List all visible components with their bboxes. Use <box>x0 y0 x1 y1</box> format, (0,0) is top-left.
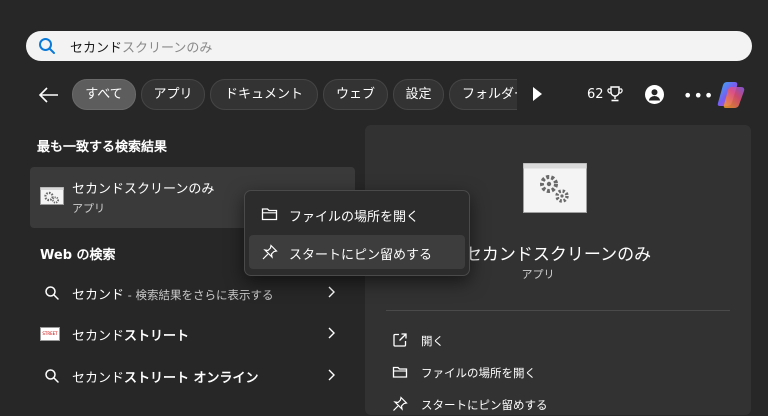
rewards-points: 62 <box>587 87 604 102</box>
web-result-1[interactable]: セカンド - 検索結果をさらに表示する <box>30 273 355 313</box>
tab-apps[interactable]: アプリ <box>141 79 205 110</box>
web-query-bold: ストリート オンライン <box>124 371 259 386</box>
web-query: セカンド <box>72 329 125 344</box>
chevron-right-icon <box>328 369 335 381</box>
action-label: 開く <box>421 334 444 348</box>
web-query: セカンド <box>72 371 125 386</box>
scroll-tabs-right-icon[interactable] <box>533 87 542 101</box>
menu-item-pin-to-start[interactable]: スタートにピン留めする <box>249 235 465 269</box>
tab-settings[interactable]: 設定 <box>393 79 444 110</box>
account-avatar-icon[interactable] <box>645 85 664 104</box>
action-label: スタートにピン留めする <box>421 398 548 412</box>
folder-icon <box>261 208 278 221</box>
best-match-heading: 最も一致する検索結果 <box>37 140 168 155</box>
pin-icon <box>262 244 278 260</box>
chevron-right-icon <box>328 286 335 298</box>
chevron-right-icon <box>328 327 335 339</box>
web-result-2[interactable]: STREET セカンドストリート <box>30 314 355 354</box>
web-query-bold: ストリート <box>124 329 190 344</box>
search-bar[interactable]: セカンドスクリーンのみ <box>26 31 752 61</box>
web-search-heading: Web の検索 <box>40 248 116 263</box>
more-options-icon[interactable]: ••• <box>683 86 714 105</box>
menu-item-open-file-location[interactable]: ファイルの場所を開く <box>249 197 465 231</box>
web-query-suffix: - 検索結果をさらに表示する <box>124 288 274 302</box>
app-gears-icon <box>40 187 64 205</box>
action-open[interactable]: 開く <box>392 330 592 352</box>
search-icon <box>39 38 55 54</box>
tab-folders[interactable]: フォルダー <box>449 79 517 110</box>
search-icon <box>45 286 59 300</box>
search-typed-text: セカンド <box>70 41 123 56</box>
pin-icon <box>393 396 408 411</box>
tab-all[interactable]: すべて <box>72 79 136 110</box>
copilot-icon[interactable] <box>715 79 747 111</box>
menu-item-label: スタートにピン留めする <box>289 248 433 263</box>
tab-web[interactable]: ウェブ <box>323 79 388 110</box>
web-query: セカンド <box>72 288 125 303</box>
best-match-name: セカンドスクリーンのみ <box>72 182 215 197</box>
site-logo-icon: STREET <box>40 327 60 341</box>
folder-icon <box>392 366 408 378</box>
action-label: ファイルの場所を開く <box>421 366 536 380</box>
detail-divider <box>386 310 730 311</box>
menu-item-label: ファイルの場所を開く <box>289 210 420 225</box>
back-arrow-icon[interactable] <box>36 83 62 107</box>
context-menu: ファイルの場所を開く スタートにピン留めする <box>244 190 470 276</box>
action-pin-to-start[interactable]: スタートにピン留めする <box>392 394 612 416</box>
action-open-file-location[interactable]: ファイルの場所を開く <box>392 362 612 384</box>
trophy-icon[interactable] <box>607 85 623 103</box>
tab-documents[interactable]: ドキュメント <box>210 79 318 110</box>
search-icon <box>45 369 59 383</box>
app-gears-icon <box>523 163 587 213</box>
search-input[interactable]: セカンドスクリーンのみ <box>70 37 212 56</box>
open-external-icon <box>393 333 407 347</box>
best-match-type: アプリ <box>72 202 105 215</box>
search-suggestion-text: スクリーンのみ <box>122 41 213 56</box>
web-result-3[interactable]: セカンドストリート オンライン <box>30 356 355 396</box>
